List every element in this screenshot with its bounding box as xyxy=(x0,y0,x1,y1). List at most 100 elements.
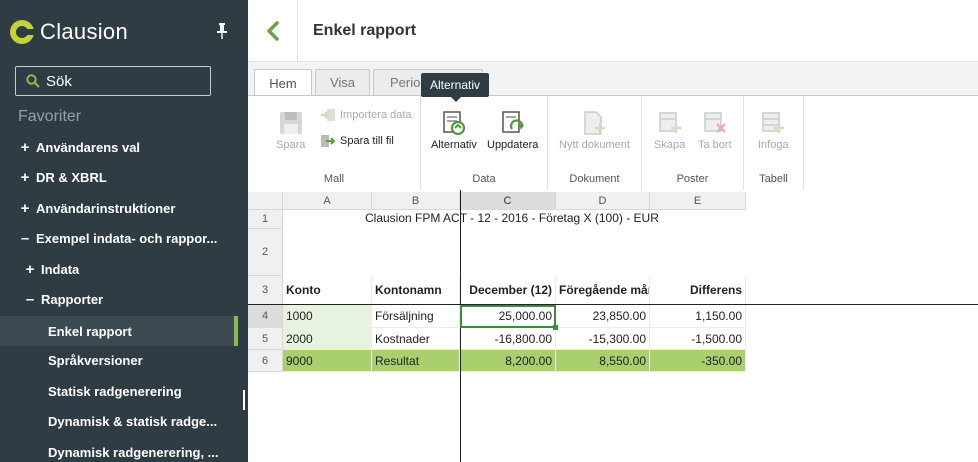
clausion-logo-icon xyxy=(10,20,36,44)
group-label-data: Data xyxy=(472,173,496,185)
delete-row-icon xyxy=(704,112,726,133)
nav-item-anvandarens-val[interactable]: + Användarens val xyxy=(0,132,240,162)
nav-item-dynamisk-statisk[interactable]: Dynamisk & statisk radge... xyxy=(0,406,240,436)
cell-d6[interactable]: 8,550.00 xyxy=(556,350,650,372)
cell-e4[interactable]: 1,150.00 xyxy=(650,305,746,328)
nav-item-dynamisk-radgenerering[interactable]: Dynamisk radgenerering, ... xyxy=(0,437,240,462)
cell-d5[interactable]: -15,300.00 xyxy=(556,328,650,350)
column-header-e[interactable]: E xyxy=(650,192,746,210)
tab-hem[interactable]: Hem xyxy=(254,69,312,97)
spara-label: Spara xyxy=(276,139,306,151)
active-cell-selection[interactable] xyxy=(460,305,558,330)
sidebar-scrollbar[interactable] xyxy=(243,390,245,410)
group-dokument: Nytt dokument Dokument xyxy=(548,96,642,191)
tab-visa[interactable]: Visa xyxy=(315,69,370,95)
ta-bort-button[interactable]: Ta bort xyxy=(698,110,732,151)
skapa-label: Skapa xyxy=(654,139,686,151)
import-icon xyxy=(321,109,335,121)
group-label-tabell: Tabell xyxy=(759,173,788,185)
cell-b3[interactable]: Kontonamn xyxy=(372,276,460,305)
nav-item-label: Dynamisk & statisk radge... xyxy=(48,413,218,429)
search-input[interactable]: Sök xyxy=(15,66,211,96)
sheet-corner[interactable] xyxy=(248,192,283,210)
app-window: Clausion Sök Favoriter + Användarens val… xyxy=(0,0,978,462)
spara-till-fil-label: Spara till fil xyxy=(340,135,394,147)
nav-item-statisk-radgenerering[interactable]: Statisk radgenerering xyxy=(0,376,240,406)
cell-a5[interactable]: 2000 xyxy=(283,328,372,350)
cell-b6[interactable]: Resultat xyxy=(372,350,460,372)
group-label-mall: Mall xyxy=(323,173,345,185)
tooltip-alternativ: Alternativ xyxy=(421,73,489,102)
nav-item-label: Språkversioner xyxy=(48,352,143,368)
row-header-2[interactable]: 2 xyxy=(248,229,283,276)
nav-item-indata[interactable]: + Indata xyxy=(0,254,240,284)
cell-a6[interactable]: 9000 xyxy=(283,350,372,372)
save-icon xyxy=(279,112,302,134)
nav-item-label: Dynamisk radgenerering, ... xyxy=(48,444,219,460)
cell-b4[interactable]: Försäljning xyxy=(372,305,460,328)
alternativ-label: Alternativ xyxy=(431,139,477,151)
pin-icon[interactable] xyxy=(216,22,228,40)
nav-item-rapporter[interactable]: – Rapporter xyxy=(0,284,240,314)
nav-item-anvandarinstruktioner[interactable]: + Användarinstruktioner xyxy=(0,193,240,223)
row-header-6[interactable]: 6 xyxy=(248,350,283,372)
export-file-icon xyxy=(321,135,336,147)
cell-c6[interactable]: 8,200.00 xyxy=(460,350,556,372)
group-label-dokument: Dokument xyxy=(569,173,620,185)
importera-data-button[interactable]: Importera data xyxy=(320,108,412,122)
search-label: Sök xyxy=(46,72,72,90)
infoga-label: Infoga xyxy=(758,139,789,151)
alternatives-icon xyxy=(443,111,466,136)
column-header-c[interactable]: C xyxy=(460,192,556,210)
uppdatera-button[interactable]: Uppdatera xyxy=(487,110,538,151)
importera-label: Importera data xyxy=(340,109,412,121)
skapa-button[interactable]: Skapa xyxy=(654,110,685,151)
freeze-pane-horizontal xyxy=(248,304,978,305)
column-header-b[interactable]: B xyxy=(372,192,460,210)
cell-d3[interactable]: Föregående mån xyxy=(556,276,650,305)
cell-c3[interactable]: December (12) xyxy=(460,276,556,305)
column-header-a[interactable]: A xyxy=(283,192,372,210)
back-button[interactable] xyxy=(248,0,298,62)
add-row-icon xyxy=(658,112,681,133)
nav-item-sprakversioner[interactable]: Språkversioner xyxy=(0,345,240,375)
cell-a4[interactable]: 1000 xyxy=(283,305,372,328)
row-header-3[interactable]: 3 xyxy=(248,276,283,305)
collapse-icon: – xyxy=(25,290,35,308)
spara-till-fil-button[interactable]: Spara till fil xyxy=(320,134,394,148)
cell-e3[interactable]: Differens xyxy=(650,276,746,305)
group-poster: Skapa Ta bort Poster xyxy=(642,96,744,191)
spreadsheet[interactable]: A B C D E 1 2 3 4 5 6 Clausion FPM ACT -… xyxy=(248,190,978,462)
nytt-dokument-button[interactable]: Nytt dokument xyxy=(559,110,630,151)
cell-b5[interactable]: Kostnader xyxy=(372,328,460,350)
cell-e5[interactable]: -1,500.00 xyxy=(650,328,746,350)
cell-a3[interactable]: Konto xyxy=(283,276,372,305)
brand-logo[interactable]: Clausion xyxy=(10,16,128,48)
group-label-poster: Poster xyxy=(676,173,709,185)
ribbon: Hem Visa Perio Spara Importera data Spar… xyxy=(248,62,978,191)
nav-item-label: Indata xyxy=(41,261,80,277)
alternativ-button[interactable]: Alternativ xyxy=(431,110,477,151)
row-header-4[interactable]: 4 xyxy=(248,305,283,328)
report-title-cell[interactable]: Clausion FPM ACT - 12 - 2016 - Företag X… xyxy=(365,211,659,225)
nytt-dokument-label: Nytt dokument xyxy=(559,139,630,151)
spara-button[interactable]: Spara xyxy=(276,110,305,151)
chevron-left-icon xyxy=(266,21,279,41)
brand-name: Clausion xyxy=(40,19,129,44)
column-header-d[interactable]: D xyxy=(556,192,650,210)
row-header-5[interactable]: 5 xyxy=(248,328,283,350)
cell-d4[interactable]: 23,850.00 xyxy=(556,305,650,328)
nav-item-label: Användarens val xyxy=(36,139,141,155)
nav-item-dr-xbrl[interactable]: + DR & XBRL xyxy=(0,162,240,192)
nav-item-exempel[interactable]: – Exempel indata- och rappor... xyxy=(0,223,240,253)
cell-c5[interactable]: -16,800.00 xyxy=(460,328,556,350)
collapse-icon: – xyxy=(20,229,30,247)
nav-item-label: Exempel indata- och rappor... xyxy=(36,230,218,246)
nav-item-label: Statisk radgenerering xyxy=(48,383,182,399)
row-header-1[interactable]: 1 xyxy=(248,210,283,229)
nav-item-enkel-rapport[interactable]: Enkel rapport xyxy=(0,316,238,346)
search-icon xyxy=(26,74,40,88)
active-indicator xyxy=(234,316,238,346)
cell-e6[interactable]: -350.00 xyxy=(650,350,746,372)
infoga-button[interactable]: Infoga xyxy=(758,110,789,151)
